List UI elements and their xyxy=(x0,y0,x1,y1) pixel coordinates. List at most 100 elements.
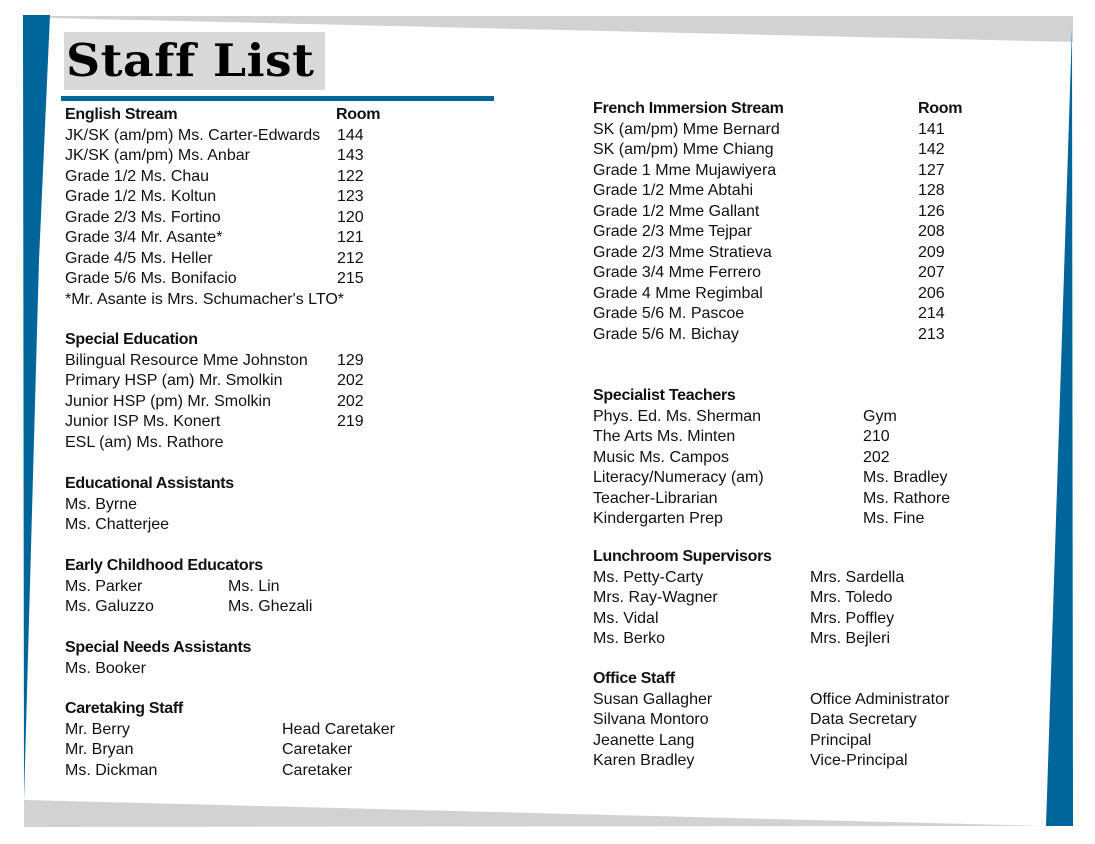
list-item: Mrs. Ray-Wagner Mrs. Toledo xyxy=(593,588,993,609)
staff-name: Ms. Lin xyxy=(228,577,280,595)
list-item: Junior ISP Ms. Konert 219 xyxy=(65,412,395,433)
section-heading: English Stream Room xyxy=(65,105,395,126)
teacher-name: JK/SK (am/pm) Ms. Carter-Edwards xyxy=(65,126,321,144)
staff-role: Caretaker xyxy=(282,761,353,779)
staff-role: Principal xyxy=(810,731,872,749)
staff-name: Mrs. Toledo xyxy=(810,589,893,606)
section-heading: Special Education xyxy=(65,330,395,351)
list-item: Grade 2/3 Mme Tejpar 208 xyxy=(593,222,973,243)
staff-name: Mr. Bryan xyxy=(65,741,134,758)
teacher-name: Junior ISP Ms. Konert xyxy=(65,413,221,430)
section-heading: Early Childhood Educators xyxy=(65,556,395,577)
room-number: 144 xyxy=(337,126,364,144)
room-number: 120 xyxy=(337,208,364,226)
staff-name: Silvana Montoro xyxy=(593,711,709,728)
list-item: Ms. Vidal Mrs. Poffley xyxy=(593,609,993,630)
teacher-name: Grade 2/3 Ms. Fortino xyxy=(65,208,221,226)
list-item: Kindergarten Prep Ms. Fine xyxy=(593,509,993,530)
list-item: Grade 5/6 M. Bichay 213 xyxy=(593,325,973,346)
teacher-name: The Arts Ms. Minten xyxy=(593,428,736,445)
list-item: Silvana Montoro Data Secretary xyxy=(593,710,1013,731)
staff-name: Mrs. Bejleri xyxy=(810,630,891,647)
room-number: 127 xyxy=(918,161,945,179)
room-number: 219 xyxy=(337,413,364,430)
room-column-heading: Room xyxy=(918,100,963,117)
staff-name: Mrs. Sardella xyxy=(810,568,905,586)
section-english-stream: English Stream Room JK/SK (am/pm) Ms. Ca… xyxy=(65,105,395,310)
teacher-name: Grade 5/6 M. Pascoe xyxy=(593,305,745,322)
room-number: 213 xyxy=(918,325,945,343)
teacher-name: Grade 1/2 Ms. Koltun xyxy=(65,188,217,205)
room-number: 209 xyxy=(918,243,945,261)
teacher-name: Primary HSP (am) Mr. Smolkin xyxy=(65,372,283,389)
section-heading: Special Needs Assistants xyxy=(65,638,395,659)
section-heading: Educational Assistants xyxy=(65,474,395,495)
list-item: Grade 2/3 Ms. Fortino 120 xyxy=(65,208,395,229)
frame-right-bar xyxy=(1046,28,1073,826)
list-item: Grade 4 Mme Regimbal 206 xyxy=(593,284,973,305)
teacher-name: ESL (am) Ms. Rathore xyxy=(65,433,224,451)
teacher-name: Junior HSP (pm) Mr. Smolkin xyxy=(65,392,271,410)
room-number: 141 xyxy=(918,120,945,138)
section-specialist-teachers: Specialist Teachers Phys. Ed. Ms. Sherma… xyxy=(593,386,993,530)
room-or-teacher: Ms. Fine xyxy=(863,510,925,527)
list-item: The Arts Ms. Minten 210 xyxy=(593,427,993,448)
room-or-teacher: 202 xyxy=(863,448,890,466)
list-item: Grade 1/2 Ms. Koltun 123 xyxy=(65,187,395,208)
room-number: 202 xyxy=(337,392,364,410)
staff-name: Ms. Ghezali xyxy=(228,598,313,615)
list-item: Grade 4/5 Ms. Heller 212 xyxy=(65,249,395,270)
staff-name: Susan Gallagher xyxy=(593,690,713,708)
list-item: Susan Gallagher Office Administrator xyxy=(593,690,1013,711)
list-item: Grade 2/3 Mme Stratieva 209 xyxy=(593,243,973,264)
early-childhood-educators-heading: Early Childhood Educators xyxy=(65,557,263,574)
frame-bottom-band xyxy=(24,800,1045,827)
teacher-name: Grade 2/3 Mme Tejpar xyxy=(593,223,752,240)
room-number: 215 xyxy=(337,270,364,287)
teacher-name: Grade 5/6 M. Bichay xyxy=(593,325,739,343)
french-immersion-stream-heading: French Immersion Stream xyxy=(593,100,784,117)
list-item: JK/SK (am/pm) Ms. Anbar 143 xyxy=(65,146,395,167)
office-staff-heading: Office Staff xyxy=(593,670,675,687)
room-number: 202 xyxy=(337,372,364,389)
room-number: 123 xyxy=(337,188,364,205)
list-item: Music Ms. Campos 202 xyxy=(593,448,993,469)
staff-role: Vice-Principal xyxy=(810,752,908,769)
list-item: Primary HSP (am) Mr. Smolkin 202 xyxy=(65,371,395,392)
teacher-name: Music Ms. Campos xyxy=(593,448,730,466)
room-number: 207 xyxy=(918,264,945,281)
section-special-needs-assistants: Special Needs Assistants Ms. Booker xyxy=(65,638,395,679)
list-item: Jeanette Lang Principal xyxy=(593,731,1013,752)
teacher-name: SK (am/pm) Mme Bernard xyxy=(593,120,780,138)
list-item: Ms. Chatterjee xyxy=(65,515,395,536)
room-column-heading: Room xyxy=(336,106,381,123)
staff-name: Ms. Petty-Carty xyxy=(593,568,704,586)
list-item: Ms. Booker xyxy=(65,659,395,680)
caretaking-staff-heading: Caretaking Staff xyxy=(65,700,183,717)
list-item: Mr. Bryan Caretaker xyxy=(65,740,465,761)
list-item: Ms. Parker Ms. Lin xyxy=(65,577,395,598)
educational-assistants-heading: Educational Assistants xyxy=(65,475,234,492)
room-number: 129 xyxy=(337,351,364,369)
teacher-name: Grade 1/2 Mme Abtahi xyxy=(593,182,754,199)
section-lunchroom-supervisors: Lunchroom Supervisors Ms. Petty-Carty Mrs… xyxy=(593,547,993,650)
teacher-name: Teacher-Librarian xyxy=(593,489,718,507)
staff-name: Ms. Dickman xyxy=(65,761,158,779)
lunchroom-supervisors-heading: Lunchroom Supervisors xyxy=(593,548,772,565)
list-item: Grade 1/2 Ms. Chau 122 xyxy=(65,167,395,188)
staff-name: Ms. Chatterjee xyxy=(65,516,170,533)
room-or-teacher: Ms. Rathore xyxy=(863,489,951,507)
list-item: Grade 1 Mme Mujawiyera 127 xyxy=(593,161,973,182)
teacher-name: Grade 4/5 Ms. Heller xyxy=(65,249,213,267)
staff-role: Data Secretary xyxy=(810,711,917,728)
teacher-name: Literacy/Numeracy (am) xyxy=(593,469,764,486)
section-heading: Lunchroom Supervisors xyxy=(593,547,993,568)
list-item: Mr. Berry Head Caretaker xyxy=(65,720,465,741)
staff-name: Mrs. Ray-Wagner xyxy=(593,589,718,606)
list-item: Grade 5/6 M. Pascoe 214 xyxy=(593,304,973,325)
list-item: Grade 1/2 Mme Abtahi 128 xyxy=(593,181,973,202)
room-number: 128 xyxy=(918,182,945,199)
room-or-teacher: 210 xyxy=(863,428,890,445)
staff-name: Jeanette Lang xyxy=(593,731,695,749)
teacher-name: Kindergarten Prep xyxy=(593,510,723,527)
